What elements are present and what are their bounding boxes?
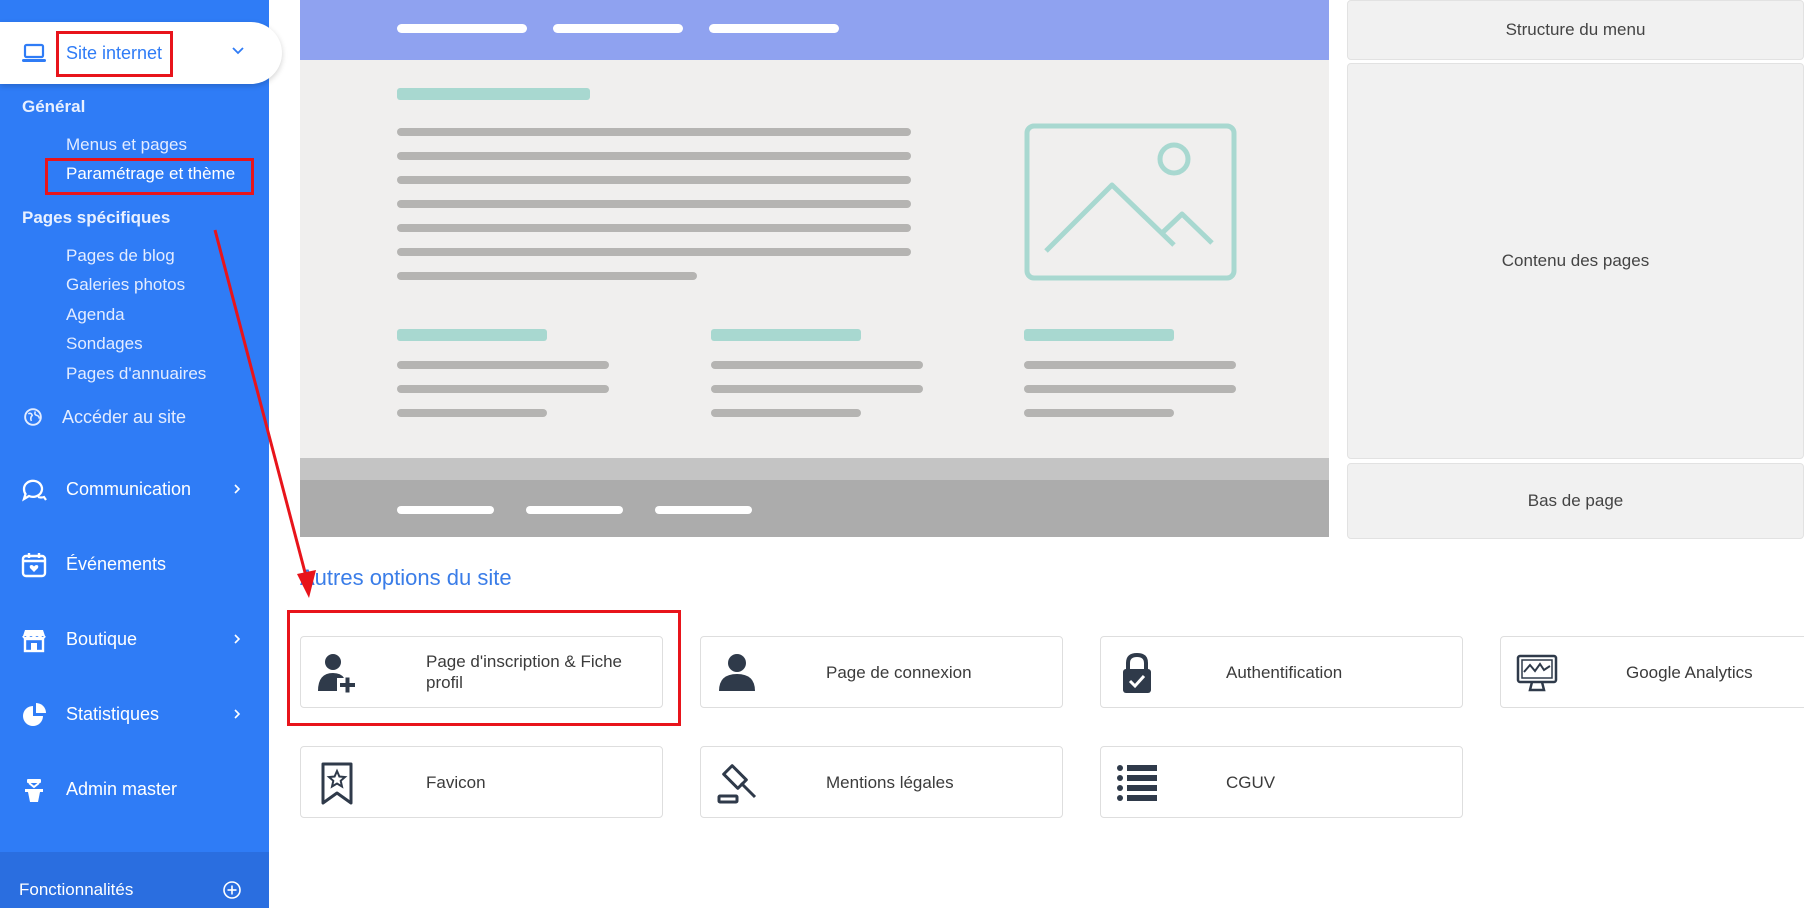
monitor-chart-icon [1516,654,1558,692]
sidebar-item-admin-master[interactable]: Admin master [0,769,269,809]
calendar-heart-icon [21,553,47,578]
sidebar-subitem-sondages[interactable]: Sondages [66,334,143,354]
sidebar-item-label: Admin master [66,779,178,799]
sidebar-subitem-galeries-photos[interactable]: Galeries photos [66,275,185,295]
sidebar-item-label: Communication [66,479,192,499]
globe-icon [24,408,42,426]
options-section-title: Autres options du site [300,565,512,590]
preview-header[interactable] [300,0,1329,60]
chevron-right-icon [234,709,241,719]
shop-icon [22,630,46,653]
sidebar: Site internet Général Menus et pages Par… [0,0,282,908]
chevron-right-icon [234,634,241,644]
laptop-icon [22,43,46,62]
image-placeholder-icon [1024,123,1237,281]
sidebar-item-statistiques[interactable]: Statistiques [0,694,269,734]
sidebar-item-label: Boutique [66,629,138,649]
chevron-right-icon [234,484,241,494]
sidebar-subitem-pages-annuaires[interactable]: Pages d'annuaires [66,364,206,384]
sidebar-item-evenements[interactable]: Événements [0,544,269,584]
gavel-icon [717,764,757,804]
chat-icon [22,479,47,502]
sidebar-subitem-agenda[interactable]: Agenda [66,305,125,325]
annotation-box-site-internet [56,31,173,77]
lock-check-icon [1123,652,1151,693]
user-icon [719,654,755,691]
annotation-box-parametrage [45,158,254,195]
option-card-label: Google Analytics [1626,662,1753,682]
preview-footer-top [300,458,1329,480]
sidebar-item-label: Statistiques [66,704,160,724]
pie-chart-icon [23,703,46,726]
option-card-cguv[interactable]: CGUV [1100,746,1463,818]
sidebar-subitem-menus-pages[interactable]: Menus et pages [66,135,187,155]
sidebar-item-label: Événements [66,554,167,574]
page-layout-preview [300,0,1329,537]
option-card-label: Favicon [426,772,486,792]
option-card-connexion[interactable]: Page de connexion [700,636,1063,708]
sidebar-item-label: Accéder au site [62,407,187,427]
chevron-down-icon[interactable] [231,44,245,58]
option-card-mentions-legales[interactable]: Mentions légales [700,746,1063,818]
option-card-label: Page de connexion [826,662,972,682]
annotation-box-inscription [287,610,681,726]
section-title-pages-specifiques: Pages spécifiques [22,208,171,227]
option-card-label: Mentions légales [826,772,954,792]
menu-structure-button[interactable]: Structure du menu [1347,0,1804,60]
sidebar-subitem-pages-blog[interactable]: Pages de blog [66,246,175,266]
sidebar-item-boutique[interactable]: Boutique [0,619,269,659]
admin-icon [25,779,43,802]
option-card-label: CGUV [1226,772,1276,792]
option-card-label: Authentification [1226,662,1343,682]
option-card-favicon[interactable]: Favicon [300,746,663,818]
plus-circle-icon[interactable] [222,880,242,900]
page-content-button[interactable]: Contenu des pages [1347,63,1804,459]
list-icon [1117,765,1157,801]
bookmark-star-icon [321,762,353,805]
sidebar-item-fonctionnalites[interactable]: Fonctionnalités [0,852,269,908]
option-card-google-analytics[interactable]: Google Analytics [1500,636,1804,708]
option-card-authentification[interactable]: Authentification [1100,636,1463,708]
sidebar-item-communication[interactable]: Communication [0,469,269,509]
page-footer-button[interactable]: Bas de page [1347,463,1804,539]
sidebar-item-acceder-site[interactable]: Accéder au site [0,397,269,437]
section-title-general: Général [22,97,86,116]
sidebar-item-label: Fonctionnalités [19,880,134,899]
